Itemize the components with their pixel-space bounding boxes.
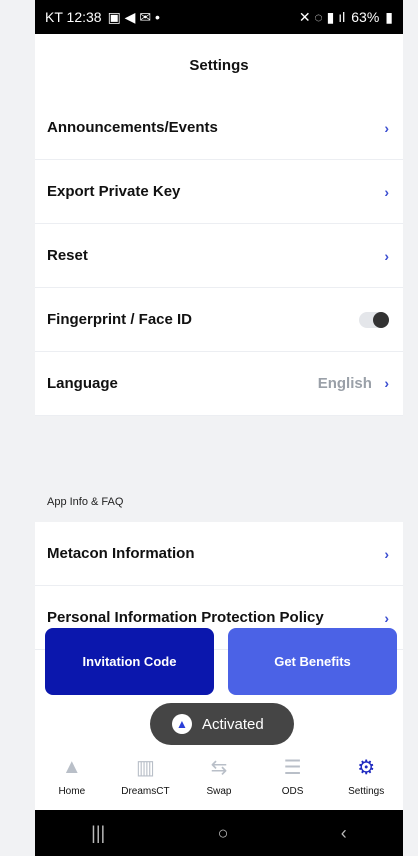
building-icon: ▥	[135, 756, 155, 779]
row-label: Language	[47, 375, 118, 392]
row-label: Fingerprint / Face ID	[47, 311, 193, 328]
row-label: Reset	[47, 247, 88, 264]
settings-row-fingerprint: Fingerprint / Face ID	[35, 288, 403, 352]
chevron-right-icon: ›	[384, 374, 389, 391]
row-label: Export Private Key	[47, 183, 181, 200]
row-label: Personal Information Protection Policy	[47, 609, 324, 626]
info-row-metacon[interactable]: Metacon Information ›	[35, 522, 403, 586]
tab-swap[interactable]: ⇆ Swap	[189, 754, 249, 798]
chevron-right-icon: ›	[384, 545, 389, 562]
chevron-right-icon: ›	[384, 119, 389, 136]
toast-text: Activated	[202, 715, 264, 733]
row-label: Announcements/Events	[47, 119, 218, 136]
row-label: Metacon Information	[47, 545, 195, 562]
settings-row-announcements[interactable]: Announcements/Events ›	[35, 96, 403, 160]
tab-home[interactable]: ▲ Home	[42, 754, 102, 798]
battery-icon: ▮	[385, 8, 393, 25]
settings-row-reset[interactable]: Reset ›	[35, 224, 403, 288]
gear-icon: ⚙	[357, 756, 376, 779]
activated-toast: ▲ Activated	[150, 703, 294, 745]
battery-text: 63%	[351, 9, 380, 25]
status-bar: KT 12:38 ▣ ◀ ✉ • ✕ ◌ ▮ ıl 63% ▮	[35, 0, 403, 34]
tab-settings[interactable]: ⚙ Settings	[336, 754, 396, 798]
tab-label: ODS	[281, 786, 304, 797]
server-icon: ☰	[283, 756, 302, 779]
chevron-right-icon: ›	[384, 183, 389, 200]
home-icon: ▲	[61, 755, 82, 778]
get-benefits-button[interactable]: Get Benefits	[228, 628, 397, 695]
toggle-knob	[373, 311, 389, 328]
chevron-right-icon: ›	[384, 609, 389, 626]
section-gap	[35, 416, 403, 482]
status-icons: ▣ ◀ ✉ •	[107, 8, 160, 25]
settings-row-export-private-key[interactable]: Export Private Key ›	[35, 160, 403, 224]
tab-label: Swap	[206, 786, 232, 797]
tab-label: Home	[58, 786, 86, 797]
action-buttons: Invitation Code Get Benefits	[35, 628, 403, 695]
language-value: English	[317, 374, 372, 392]
invitation-code-button[interactable]: Invitation Code	[45, 628, 214, 695]
tab-ods[interactable]: ☰ ODS	[263, 754, 323, 798]
fingerprint-toggle[interactable]	[359, 311, 389, 328]
section-header: App Info & FAQ	[35, 482, 403, 522]
back-icon[interactable]: ‹	[341, 823, 347, 844]
recent-apps-icon[interactable]: |||	[91, 823, 105, 844]
system-nav-bar: ||| ○ ‹	[35, 810, 403, 856]
app-logo-icon: ▲	[172, 714, 192, 734]
chevron-right-icon: ›	[384, 247, 389, 264]
settings-row-language[interactable]: Language English ›	[35, 352, 403, 416]
swap-icon: ⇆	[210, 756, 228, 779]
tab-label: DreamsCT	[121, 786, 170, 797]
signal-icons: ✕ ◌ ▮ ıl	[298, 8, 346, 25]
phone-screen: KT 12:38 ▣ ◀ ✉ • ✕ ◌ ▮ ıl 63% ▮ Settings…	[35, 0, 403, 856]
status-left-text: KT 12:38	[45, 9, 102, 25]
page-title: Settings	[189, 56, 249, 74]
home-nav-icon[interactable]: ○	[218, 823, 229, 844]
tab-dreamsct[interactable]: ▥ DreamsCT	[115, 754, 175, 798]
tab-label: Settings	[348, 786, 385, 797]
